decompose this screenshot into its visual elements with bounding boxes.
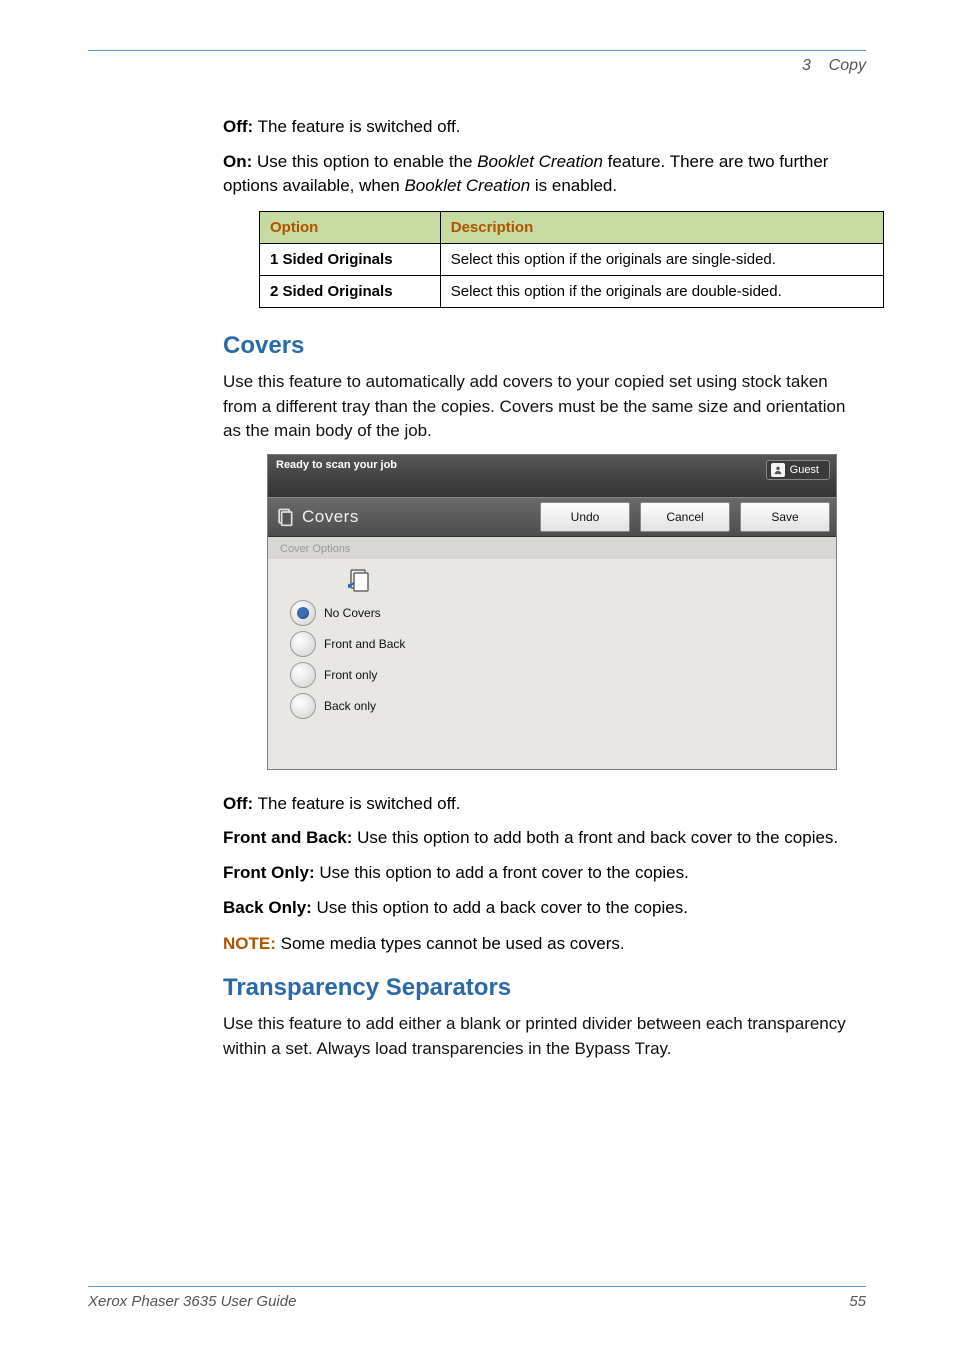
footer-rule [88, 1286, 866, 1287]
fb-text: Use this option to add both a front and … [352, 828, 838, 847]
opt-cell: 1 Sided Originals [260, 243, 441, 275]
th-description: Description [440, 211, 883, 243]
note-label: NOTE: [223, 934, 276, 953]
on-text-1: Use this option to enable the [252, 152, 477, 171]
note-text: Some media types cannot be used as cover… [276, 934, 625, 953]
th-option: Option [260, 211, 441, 243]
cover-options-group-label: Cover Options [268, 537, 836, 559]
on-em-1: Booklet Creation [477, 152, 603, 171]
section-title-transparency: Transparency Separators [223, 974, 866, 1002]
footer-guide-title: Xerox Phaser 3635 User Guide [88, 1293, 296, 1310]
radio-label: Front only [324, 668, 377, 682]
panel-title-row: Covers Undo Cancel Save [268, 497, 836, 537]
chapter-number: 3 [802, 57, 811, 74]
covers-off-paragraph: Off: The feature is switched off. [223, 792, 866, 817]
radio-back-only[interactable]: Back only [290, 693, 824, 719]
fo-label: Front Only: [223, 863, 315, 882]
ui-topbar: Ready to scan your job Guest [268, 455, 836, 497]
front-only-paragraph: Front Only: Use this option to add a fro… [223, 861, 866, 886]
undo-button[interactable]: Undo [540, 502, 630, 532]
off-paragraph: Off: The feature is switched off. [223, 115, 866, 140]
breadcrumb: 3 Copy [88, 57, 866, 75]
page-footer: Xerox Phaser 3635 User Guide 55 [88, 1286, 866, 1310]
radio-group: No Covers Front and Back Front only Back… [268, 559, 836, 734]
section-title-covers: Covers [223, 332, 866, 360]
bo-text: Use this option to add a back cover to t… [312, 898, 688, 917]
front-and-back-paragraph: Front and Back: Use this option to add b… [223, 826, 866, 851]
covers-intro: Use this feature to automatically add co… [223, 370, 866, 444]
desc-cell: Select this option if the originals are … [440, 275, 883, 307]
save-button[interactable]: Save [740, 502, 830, 532]
guest-chip[interactable]: Guest [766, 460, 830, 480]
radio-label: Back only [324, 699, 376, 713]
opt-cell: 2 Sided Originals [260, 275, 441, 307]
user-icon [771, 463, 785, 477]
transparency-text: Use this feature to add either a blank o… [223, 1012, 866, 1061]
covers-ui-screenshot: Ready to scan your job Guest Covers Undo… [267, 454, 837, 770]
fo-text: Use this option to add a front cover to … [315, 863, 689, 882]
table-row: 1 Sided Originals Select this option if … [260, 243, 884, 275]
radio-label: No Covers [324, 606, 381, 620]
on-paragraph: On: Use this option to enable the Bookle… [223, 150, 866, 199]
back-only-paragraph: Back Only: Use this option to add a back… [223, 896, 866, 921]
note-paragraph: NOTE: Some media types cannot be used as… [223, 934, 866, 954]
on-em-2: Booklet Creation [404, 176, 530, 195]
radio-front-and-back[interactable]: Front and Back [290, 631, 824, 657]
radio-label: Front and Back [324, 637, 405, 651]
document-stack-icon [274, 506, 296, 528]
radio-front-only[interactable]: Front only [290, 662, 824, 688]
desc-cell: Select this option if the originals are … [440, 243, 883, 275]
cancel-button[interactable]: Cancel [640, 502, 730, 532]
booklet-options-table: Option Description 1 Sided Originals Sel… [259, 211, 884, 308]
radio-no-covers[interactable]: No Covers [290, 600, 824, 626]
guest-label: Guest [790, 464, 819, 476]
off-text: The feature is switched off. [253, 117, 460, 136]
off-label: Off: [223, 117, 253, 136]
cover-page-icon [346, 567, 374, 595]
radio-indicator-icon [290, 631, 316, 657]
bo-label: Back Only: [223, 898, 312, 917]
on-text-3: is enabled. [530, 176, 617, 195]
status-text: Ready to scan your job [276, 459, 397, 471]
radio-indicator-icon [290, 600, 316, 626]
radio-indicator-icon [290, 662, 316, 688]
radio-indicator-icon [290, 693, 316, 719]
on-label: On: [223, 152, 252, 171]
covers-off-label: Off: [223, 794, 253, 813]
chapter-title: Copy [829, 57, 866, 74]
header-rule [88, 50, 866, 51]
covers-off-text: The feature is switched off. [253, 794, 460, 813]
table-row: 2 Sided Originals Select this option if … [260, 275, 884, 307]
panel-title: Covers [302, 507, 530, 527]
fb-label: Front and Back: [223, 828, 352, 847]
footer-page-number: 55 [849, 1293, 866, 1310]
